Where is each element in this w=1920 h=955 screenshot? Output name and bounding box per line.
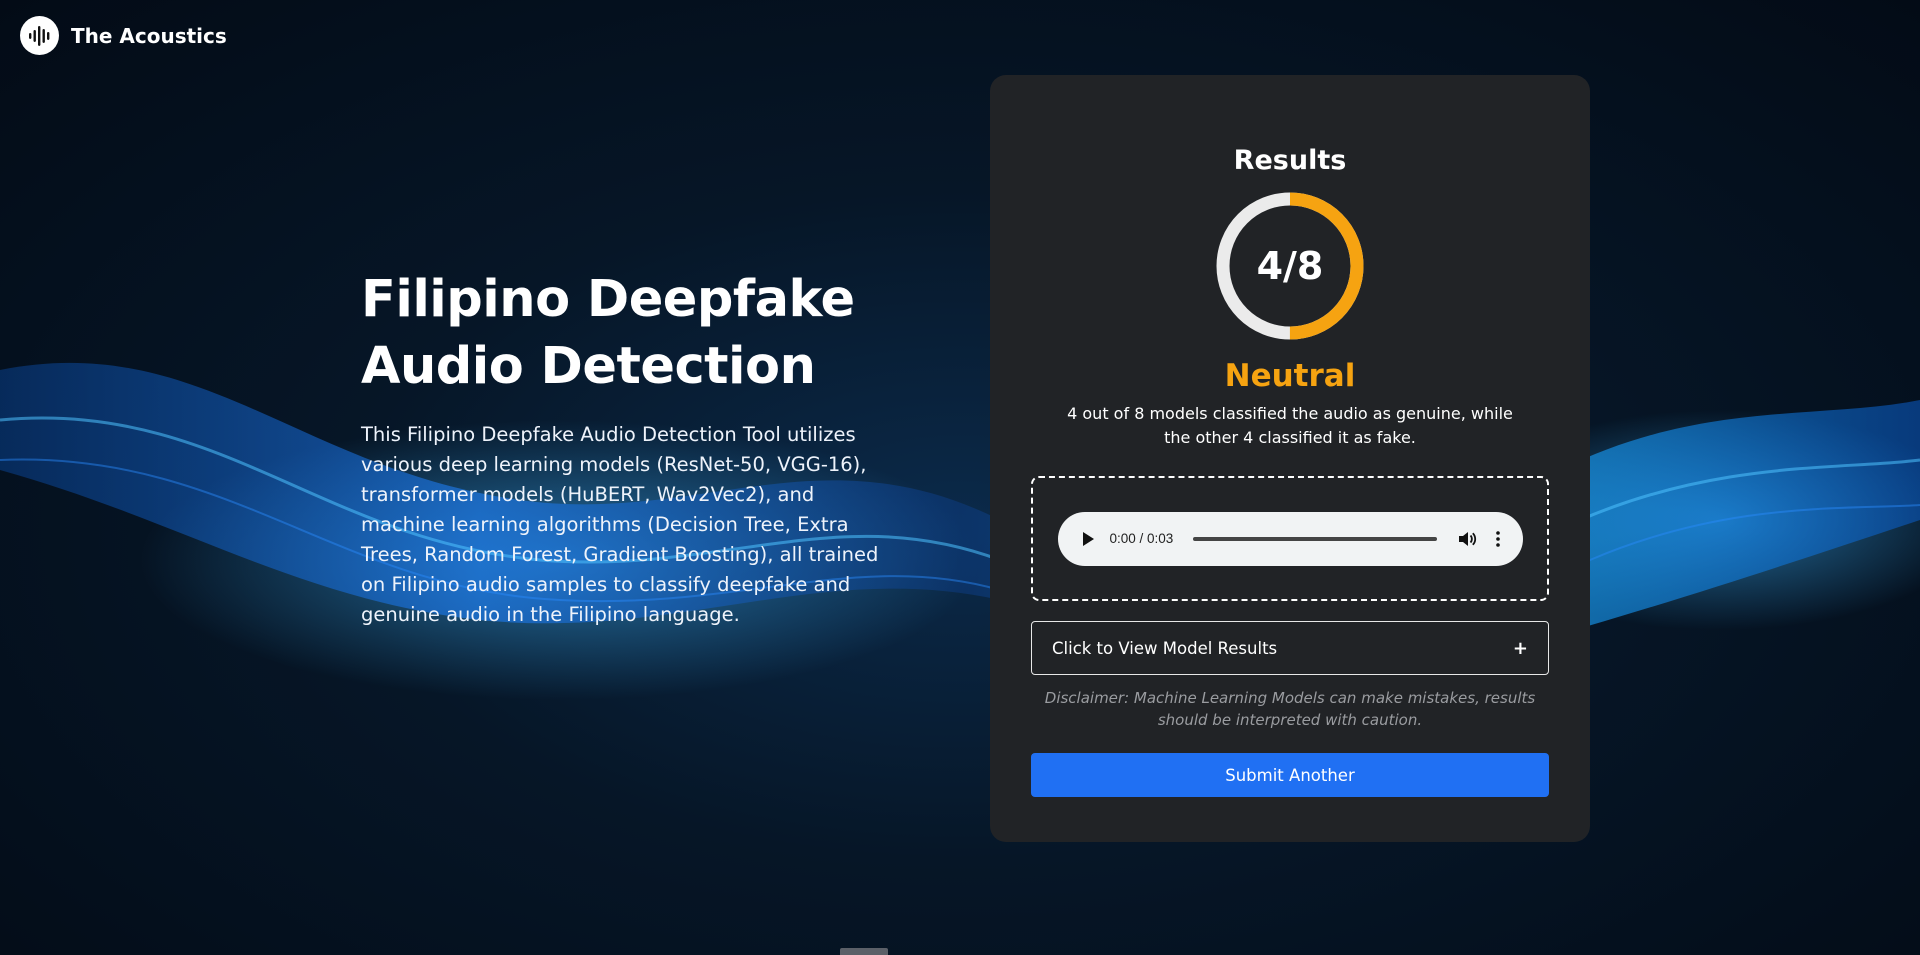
- disclaimer-text: Disclaimer: Machine Learning Models can …: [1044, 689, 1536, 729]
- soundwave-logo-icon: [20, 16, 59, 55]
- results-title: Results: [1233, 145, 1347, 176]
- volume-icon[interactable]: [1457, 528, 1479, 550]
- brand[interactable]: The Acoustics: [20, 16, 227, 55]
- brand-name: The Acoustics: [71, 23, 227, 48]
- score-value: 4/8: [1256, 244, 1324, 288]
- audio-dropzone: 0:00 / 0:03: [1031, 476, 1549, 601]
- audio-seek-bar[interactable]: [1193, 536, 1437, 541]
- audio-player[interactable]: 0:00 / 0:03: [1057, 511, 1523, 566]
- score-ring: 4/8: [1214, 190, 1366, 342]
- plus-icon: +: [1512, 637, 1528, 659]
- page-title: Filipino Deepfake Audio Detection: [361, 270, 855, 396]
- scrollbar-thumb[interactable]: [840, 948, 888, 955]
- results-card: Results 4/8 Neutral 4 out of 8 models cl…: [990, 75, 1590, 842]
- more-options-icon[interactable]: [1493, 528, 1503, 550]
- results-summary: 4 out of 8 models classified the audio a…: [1067, 404, 1513, 447]
- view-model-results-toggle[interactable]: Click to View Model Results +: [1031, 621, 1549, 675]
- verdict-label: Neutral: [1224, 358, 1356, 394]
- hero-description: This Filipino Deepfake Audio Detection T…: [361, 423, 879, 626]
- submit-another-button[interactable]: Submit Another: [1031, 753, 1549, 797]
- play-icon[interactable]: [1076, 527, 1100, 551]
- accordion-label: Click to View Model Results: [1052, 638, 1278, 658]
- audio-time: 0:00 / 0:03: [1109, 531, 1174, 546]
- hero-section: Filipino Deepfake Audio Detection This F…: [361, 266, 901, 630]
- background-wave: [0, 362, 1920, 700]
